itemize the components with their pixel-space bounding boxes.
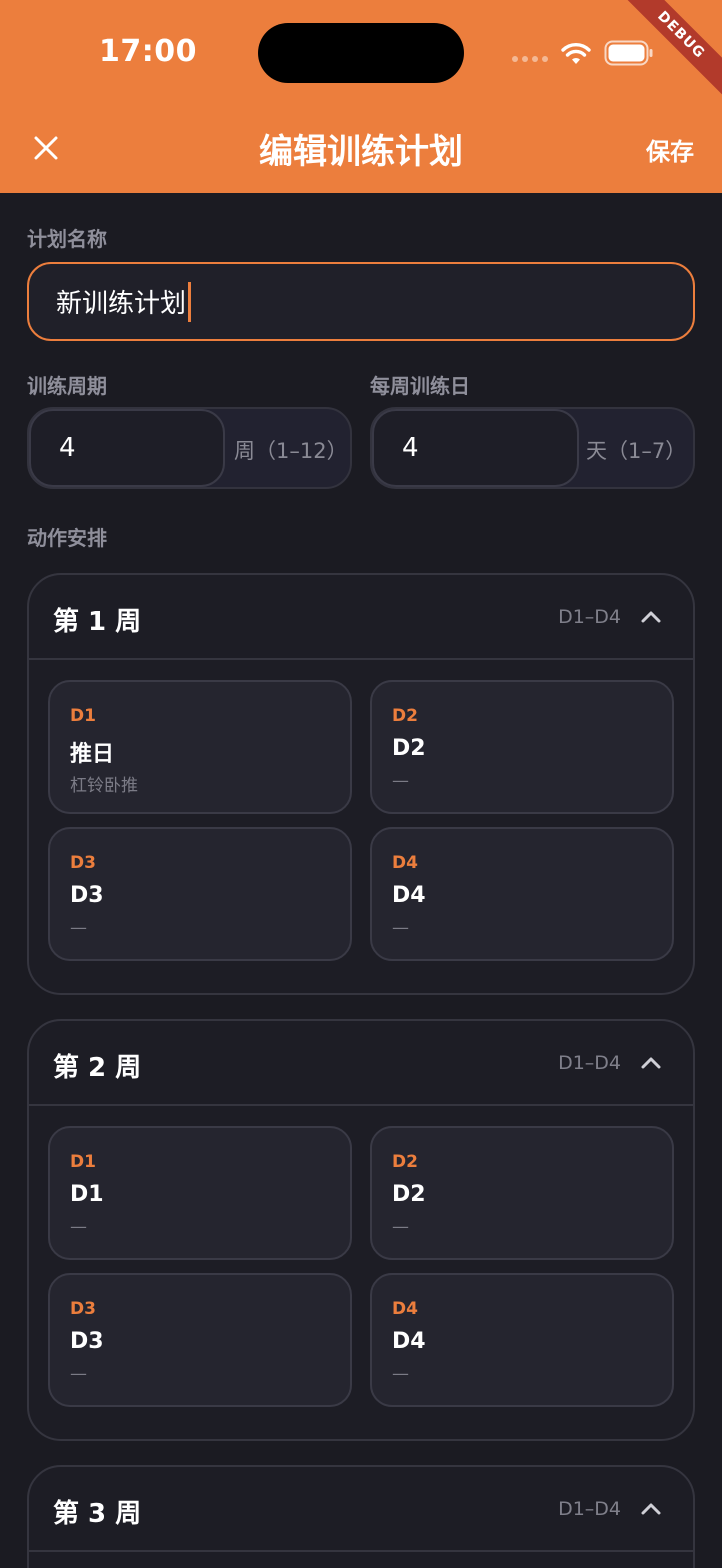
week-title: 第 1 周 (53, 607, 142, 637)
save-button[interactable]: 保存 (646, 132, 694, 167)
cellular-signal-icon (512, 56, 548, 62)
day-tag: D1 (70, 706, 96, 726)
day-name: 推日 (70, 742, 115, 767)
day-exercises: — (70, 1364, 87, 1384)
day-name: D4 (392, 1329, 426, 1354)
week-header[interactable]: 第 1 周 D1–D4 (29, 575, 693, 660)
plan-name-label: 计划名称 (27, 227, 107, 251)
day-card-d2[interactable]: D2 D2 — (370, 680, 674, 814)
day-exercises: — (392, 771, 409, 791)
training-period-suffix: 周（1–12） (234, 439, 348, 463)
week-title: 第 2 周 (53, 1053, 142, 1083)
training-period-field: 4 周（1–12） (27, 407, 352, 489)
wifi-icon (561, 43, 591, 64)
day-name: D3 (70, 883, 104, 908)
week-header[interactable]: 第 3 周 D1–D4 (29, 1467, 693, 1552)
day-card-d3[interactable]: D3 D3 — (48, 1273, 352, 1407)
chevron-up-icon[interactable] (639, 607, 663, 627)
days-per-week-suffix: 天（1–7） (586, 439, 687, 463)
day-card-d4[interactable]: D4 D4 — (370, 1273, 674, 1407)
day-card-d2[interactable]: D2 D2 — (370, 1126, 674, 1260)
week-card: 第 3 周 D1–D4 (27, 1465, 695, 1568)
training-period-input[interactable]: 4 (29, 409, 225, 487)
week-card: 第 2 周 D1–D4 D1 D1 — D2 D2 — D3 D3 — D4 D… (27, 1019, 695, 1441)
day-tag: D1 (70, 1152, 96, 1172)
text-caret (188, 281, 192, 322)
week-header[interactable]: 第 2 周 D1–D4 (29, 1021, 693, 1106)
days-per-week-field: 4 天（1–7） (370, 407, 695, 489)
page-title: 编辑训练计划 (259, 132, 463, 172)
schedule-label: 动作安排 (27, 526, 107, 550)
day-tag: D4 (392, 1299, 418, 1319)
week-card: 第 1 周 D1–D4 D1 推日 杠铃卧推 D2 D2 — D3 D3 — D… (27, 573, 695, 995)
day-tag: D4 (392, 853, 418, 873)
day-card-d1[interactable]: D1 D1 — (48, 1126, 352, 1260)
status-time: 17:00 (99, 34, 197, 69)
day-name: D1 (70, 1182, 104, 1207)
day-name: D2 (392, 1182, 426, 1207)
day-name: D4 (392, 883, 426, 908)
training-period-label: 训练周期 (27, 374, 107, 398)
week-day-range: D1–D4 (558, 1052, 621, 1074)
chevron-up-icon[interactable] (639, 1499, 663, 1519)
day-exercises: 杠铃卧推 (70, 776, 138, 796)
battery-icon (604, 40, 653, 66)
day-name: D2 (392, 736, 426, 761)
day-exercises: — (392, 1364, 409, 1384)
plan-name-input[interactable]: 新训练计划 (27, 262, 695, 341)
day-card-d4[interactable]: D4 D4 — (370, 827, 674, 961)
day-tag: D3 (70, 1299, 96, 1319)
chevron-up-icon[interactable] (639, 1053, 663, 1073)
app-header: 17:00 DEBUG 编辑训练计划 保存 (0, 0, 722, 193)
day-exercises: — (70, 1217, 87, 1237)
day-exercises: — (70, 918, 87, 938)
day-card-d3[interactable]: D3 D3 — (48, 827, 352, 961)
plan-name-value: 新训练计划 (56, 289, 187, 319)
week-day-range: D1–D4 (558, 1498, 621, 1520)
week-day-range: D1–D4 (558, 606, 621, 628)
days-per-week-label: 每周训练日 (370, 374, 470, 398)
days-per-week-input[interactable]: 4 (372, 409, 579, 487)
day-name: D3 (70, 1329, 104, 1354)
day-tag: D3 (70, 853, 96, 873)
day-exercises: — (392, 918, 409, 938)
dynamic-island (258, 23, 464, 83)
day-tag: D2 (392, 1152, 418, 1172)
day-card-d1[interactable]: D1 推日 杠铃卧推 (48, 680, 352, 814)
week-title: 第 3 周 (53, 1499, 142, 1529)
day-exercises: — (392, 1217, 409, 1237)
day-tag: D2 (392, 706, 418, 726)
